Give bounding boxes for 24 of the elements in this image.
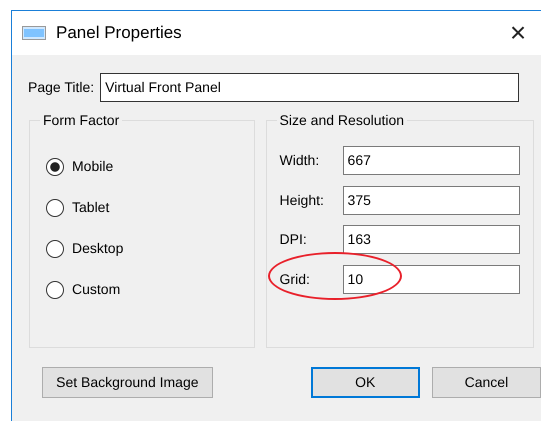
radio-button[interactable] bbox=[46, 158, 64, 176]
radio-label[interactable]: Tablet bbox=[72, 197, 110, 218]
input-field[interactable]: 10 bbox=[342, 264, 520, 294]
radio-button[interactable] bbox=[46, 280, 64, 298]
input-field[interactable]: 667 bbox=[342, 146, 520, 176]
field-label: Width: bbox=[280, 151, 320, 170]
input-field[interactable]: 163 bbox=[342, 225, 520, 254]
field-label: DPI: bbox=[280, 230, 308, 250]
radio-label[interactable]: Custom bbox=[72, 279, 120, 300]
page-title-field[interactable]: Virtual Front Panel bbox=[100, 73, 520, 102]
radio-button[interactable] bbox=[46, 240, 64, 258]
window-title: Panel Properties bbox=[56, 22, 182, 44]
field-label: Grid: bbox=[280, 270, 311, 289]
dialog-button[interactable]: OK bbox=[310, 367, 420, 398]
radio-label[interactable]: Desktop bbox=[72, 238, 124, 259]
app-icon bbox=[22, 26, 46, 40]
input-field[interactable]: 375 bbox=[342, 186, 520, 215]
field-label: Height: bbox=[280, 190, 325, 210]
radio-label[interactable]: Mobile bbox=[72, 156, 114, 177]
dialog-button[interactable]: Cancel bbox=[432, 367, 541, 398]
close-button[interactable]: × bbox=[503, 19, 533, 47]
radio-button[interactable] bbox=[46, 198, 64, 216]
field-label: Page Title: bbox=[28, 78, 94, 97]
dialog-button[interactable]: Set Background Image bbox=[42, 367, 213, 398]
